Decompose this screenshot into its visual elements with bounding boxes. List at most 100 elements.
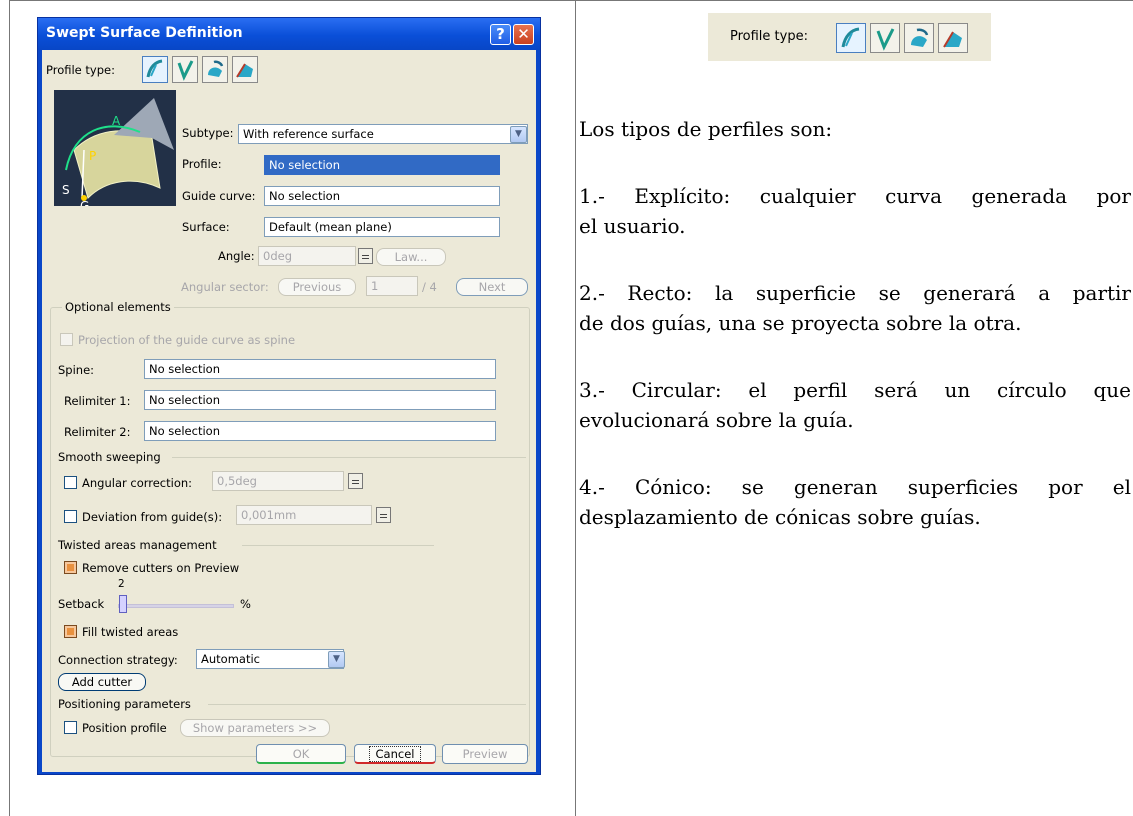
item1-line2: el usuario.: [579, 214, 686, 238]
connection-strategy-select[interactable]: Automatic: [196, 649, 344, 669]
swept-surface-diagram: A P S G: [54, 90, 176, 213]
twisted-areas-divider: [242, 545, 434, 546]
intro-text: Los tipos de perfiles son:: [579, 117, 833, 141]
positioning-title: Positioning parameters: [58, 697, 191, 711]
profile-type-line-button[interactable]: [172, 56, 198, 83]
setback-unit: %: [240, 597, 251, 611]
deviation-checkbox[interactable]: [64, 510, 77, 523]
fill-twisted-label: Fill twisted areas: [82, 625, 179, 639]
sector-total: / 4: [422, 280, 437, 294]
deviation-spinner[interactable]: [376, 507, 391, 523]
cancel-button-label: Cancel: [368, 746, 422, 762]
item2-line2: de dos guías, una se proyecta sobre la o…: [579, 311, 1022, 335]
dialog-titlebar: Swept Surface Definition ? ✕: [38, 18, 540, 50]
relimiter2-label: Relimiter 2:: [64, 425, 131, 439]
fill-twisted-checkbox[interactable]: [64, 625, 77, 638]
relimiter1-field[interactable]: No selection: [144, 390, 496, 410]
item3-line1: 3.- Circular: el perfil será un círculo …: [579, 378, 1131, 402]
toolbar-circle-button[interactable]: [904, 23, 934, 53]
subtype-select[interactable]: With reference surface: [238, 124, 528, 144]
angular-correction-field[interactable]: 0,5deg: [212, 471, 344, 491]
circle-profile-icon: [208, 60, 224, 77]
profile-field[interactable]: No selection: [264, 155, 500, 175]
item1-line1: 1.- Explícito: cualquier curva generada …: [579, 184, 1131, 208]
conic-profile-icon: [236, 63, 253, 78]
help-button[interactable]: ?: [490, 24, 511, 45]
relimiter1-label: Relimiter 1:: [64, 394, 131, 408]
explicit-profile-icon: [146, 59, 163, 78]
svg-text:P: P: [89, 149, 96, 163]
smooth-sweeping-title: Smooth sweeping: [58, 450, 161, 464]
line-profile-icon: [177, 60, 194, 81]
spine-label: Spine:: [58, 363, 95, 377]
twisted-areas-title: Twisted areas management: [58, 538, 217, 552]
guide-curve-field[interactable]: No selection: [264, 186, 500, 206]
angular-correction-label: Angular correction:: [82, 476, 193, 490]
spine-field[interactable]: No selection: [144, 359, 496, 379]
angle-label: Angle:: [218, 249, 255, 263]
connection-strategy-value: Automatic: [201, 652, 260, 666]
dialog-title: Swept Surface Definition: [46, 25, 243, 41]
angle-spinner[interactable]: [358, 248, 373, 264]
profile-type-conic-button[interactable]: [232, 56, 258, 83]
setback-value: 2: [118, 578, 125, 590]
projection-checkbox[interactable]: [60, 333, 73, 346]
setback-slider-thumb[interactable]: [119, 595, 127, 613]
positioning-divider: [208, 704, 526, 705]
angle-field[interactable]: 0deg: [258, 246, 356, 266]
angular-correction-spinner[interactable]: [348, 473, 363, 489]
connection-strategy-label: Connection strategy:: [58, 653, 178, 667]
item2-line1: 2.- Recto: la superficie se generará a p…: [579, 281, 1131, 305]
dialog-client: Profile type: A P S G Subtype: With refe…: [42, 50, 536, 772]
setback-label: Setback: [58, 597, 105, 611]
profile-type-explicit-button[interactable]: [142, 56, 168, 83]
position-profile-checkbox[interactable]: [64, 721, 77, 734]
svg-text:S: S: [62, 183, 70, 197]
add-cutter-button[interactable]: Add cutter: [58, 673, 146, 691]
smooth-sweeping-divider: [172, 457, 526, 458]
toolbar-explicit-button[interactable]: [836, 23, 866, 53]
item3-line2: evolucionará sobre la guía.: [579, 408, 854, 432]
svg-text:G: G: [80, 199, 89, 206]
cancel-button[interactable]: Cancel: [354, 744, 436, 764]
previous-button[interactable]: Previous: [278, 278, 356, 296]
item4-line2: desplazamiento de cónicas sobre guías.: [579, 505, 981, 529]
ok-button[interactable]: OK: [256, 744, 346, 764]
line-profile-icon: [876, 28, 895, 51]
toolbar-conic-button[interactable]: [938, 23, 968, 53]
swept-surface-dialog: Swept Surface Definition ? ✕ Profile typ…: [37, 17, 541, 775]
connection-chevron-down-icon[interactable]: ▼: [328, 651, 345, 668]
profile-type-circle-button[interactable]: [202, 56, 228, 83]
profile-label: Profile:: [182, 157, 222, 171]
sector-field[interactable]: 1: [366, 276, 418, 296]
deviation-label: Deviation from guide(s):: [82, 510, 223, 524]
law-button[interactable]: Law...: [376, 248, 446, 266]
profile-type-toolbar: Profile type:: [708, 13, 991, 61]
circle-profile-icon: [911, 28, 929, 47]
explicit-profile-icon: [841, 27, 860, 48]
next-button[interactable]: Next: [456, 278, 528, 296]
remove-cutters-checkbox[interactable]: [64, 561, 77, 574]
surface-label: Surface:: [182, 220, 230, 234]
toolbar-label: Profile type:: [730, 29, 808, 44]
preview-button[interactable]: Preview: [442, 744, 528, 764]
angular-sector-label: Angular sector:: [181, 280, 269, 294]
column-divider: [575, 0, 576, 816]
svg-text:A: A: [112, 114, 121, 128]
optional-elements-title: Optional elements: [62, 300, 174, 314]
position-profile-label: Position profile: [82, 721, 167, 735]
subtype-chevron-down-icon[interactable]: ▼: [510, 126, 527, 143]
conic-profile-icon: [943, 31, 962, 48]
deviation-field[interactable]: 0,001mm: [236, 505, 372, 525]
projection-label: Projection of the guide curve as spine: [78, 333, 296, 347]
subtype-value: With reference surface: [243, 127, 374, 141]
relimiter2-field[interactable]: No selection: [144, 421, 496, 441]
angular-correction-checkbox[interactable]: [64, 476, 77, 489]
surface-field[interactable]: Default (mean plane): [264, 217, 500, 237]
setback-slider-track[interactable]: [118, 604, 234, 608]
close-button[interactable]: ✕: [513, 24, 534, 45]
toolbar-line-button[interactable]: [870, 23, 900, 53]
show-parameters-button[interactable]: Show parameters >>: [180, 719, 330, 737]
remove-cutters-label: Remove cutters on Preview: [82, 561, 240, 575]
profile-type-label: Profile type:: [46, 63, 115, 77]
